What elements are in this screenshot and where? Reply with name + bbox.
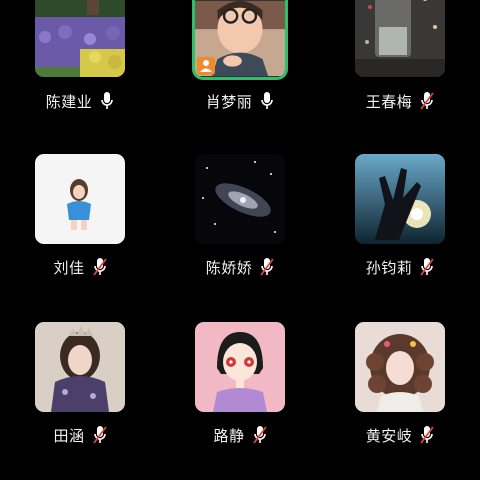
glass-image (355, 0, 445, 77)
participant-name-row: 肖梦丽 (160, 89, 320, 113)
participant-name: 路静 (213, 426, 245, 445)
mic-muted-icon[interactable] (252, 425, 267, 445)
host-badge-icon (197, 57, 215, 75)
participant-name-row: 路静 (160, 423, 320, 447)
participant-name-row: 刘佳 (0, 255, 160, 279)
participant-avatar[interactable] (355, 0, 445, 77)
participant-avatar-active-speaker[interactable] (192, 0, 288, 80)
flower-garden-image (35, 0, 125, 77)
participant-tile-6[interactable]: 孙钧莉 (320, 154, 480, 320)
participant-avatar[interactable] (35, 0, 125, 77)
woman-crown-image (35, 322, 125, 412)
mic-muted-icon[interactable] (260, 257, 274, 277)
participant-tile-7[interactable]: 田涵 (0, 320, 160, 480)
participant-name: 田涵 (53, 426, 85, 445)
mic-on-icon[interactable] (100, 91, 114, 111)
curly-hair-girl-image (355, 322, 445, 412)
participant-tile-3[interactable]: 王春梅 (320, 0, 480, 160)
participant-avatar[interactable] (195, 322, 285, 412)
participant-name: 刘佳 (53, 258, 85, 277)
participant-tile-4[interactable]: 刘佳 (0, 154, 160, 320)
mic-muted-icon[interactable] (92, 257, 107, 277)
girl-cartoon-image (195, 322, 285, 412)
mic-muted-icon[interactable] (420, 91, 434, 111)
participant-name-row: 陈建业 (0, 89, 160, 113)
participant-tile-1[interactable]: 陈建业 (0, 0, 160, 160)
participant-name-row: 王春梅 (320, 89, 480, 113)
girl-illustration-image (35, 154, 125, 244)
participant-name: 王春梅 (365, 92, 413, 111)
participant-name: 孙钧莉 (365, 258, 413, 277)
participant-name: 陈建业 (45, 92, 93, 111)
mic-muted-icon[interactable] (420, 425, 434, 445)
participant-name-row: 陈娇娇 (160, 255, 320, 279)
participant-avatar[interactable] (35, 322, 125, 412)
participant-tile-9[interactable]: 黄安岐 (320, 320, 480, 480)
participant-avatar[interactable] (355, 154, 445, 244)
hand-sunset-image (355, 154, 445, 244)
participant-avatar[interactable] (355, 322, 445, 412)
participant-name-row: 孙钧莉 (320, 255, 480, 279)
participant-name-row: 田涵 (0, 423, 160, 447)
participant-tile-8[interactable]: 路静 (160, 320, 320, 480)
participant-name: 肖梦丽 (205, 92, 253, 111)
galaxy-image (195, 154, 285, 244)
participant-avatar[interactable] (35, 154, 125, 244)
participant-tile-5[interactable]: 陈娇娇 (160, 154, 320, 320)
participant-name: 黄安岐 (365, 426, 413, 445)
mic-muted-icon[interactable] (420, 257, 434, 277)
mic-on-icon[interactable] (260, 91, 274, 111)
mic-muted-icon[interactable] (92, 425, 107, 445)
participant-tile-2[interactable]: 肖梦丽 (160, 0, 320, 160)
participant-name: 陈娇娇 (205, 258, 253, 277)
participant-avatar[interactable] (195, 154, 285, 244)
participant-name-row: 黄安岐 (320, 423, 480, 447)
